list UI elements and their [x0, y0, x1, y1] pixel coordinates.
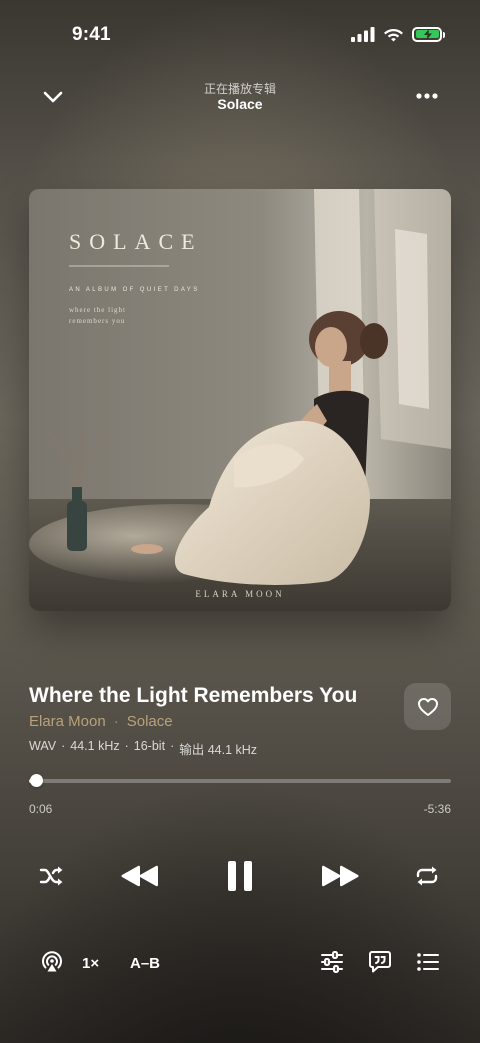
lyrics-button[interactable] [365, 947, 395, 977]
artwork-subtitle: AN ALBUM OF QUIET DAYS [69, 287, 200, 293]
track-meta: Elara Moon · Solace [29, 713, 173, 730]
cellular-signal-icon [351, 27, 375, 42]
next-track-icon [322, 865, 359, 887]
airplay-icon [42, 951, 62, 972]
artwork-tagline-2: remembers you [69, 317, 125, 325]
ab-repeat-button[interactable]: A–B [130, 950, 160, 976]
now-playing-label: 正在播放专辑 [203, 82, 276, 96]
airplay-button[interactable] [37, 947, 67, 977]
album-link[interactable]: Solace [127, 713, 173, 730]
queue-button[interactable] [413, 947, 443, 977]
playback-speed-button[interactable]: 1× [82, 950, 99, 976]
format-output: 输出 44.1 kHz [179, 743, 258, 757]
progress-knob[interactable] [29, 774, 43, 787]
format-sample-rate: 44.1 kHz [70, 739, 120, 753]
format-separator: · [61, 739, 66, 753]
pause-icon [228, 861, 252, 891]
like-button[interactable] [404, 683, 451, 730]
format-separator: · [124, 739, 129, 753]
more-options-button[interactable] [412, 84, 442, 108]
pause-button[interactable] [214, 850, 266, 902]
previous-track-icon [121, 865, 158, 887]
equalizer-button[interactable] [317, 947, 347, 977]
battery-icon [412, 26, 445, 42]
artwork-artist: ELARA MOON [195, 589, 284, 599]
time-remaining: -5:36 [423, 802, 451, 816]
format-separator: · [170, 739, 175, 753]
heart-icon [417, 697, 438, 716]
queue-icon [417, 953, 439, 971]
format-bit-depth: 16-bit [133, 739, 166, 753]
track-title: Where the Light Remembers You [29, 684, 358, 707]
lyrics-icon [369, 951, 391, 973]
artist-link[interactable]: Elara Moon [29, 713, 106, 730]
next-button[interactable] [314, 856, 366, 896]
time-elapsed: 0:06 [29, 802, 53, 816]
shuffle-icon [39, 866, 63, 886]
format-codec: WAV [29, 739, 57, 753]
album-name-header: Solace [217, 96, 263, 112]
progress-slider[interactable] [29, 774, 451, 787]
meta-separator: · [113, 713, 119, 730]
equalizer-icon [321, 951, 343, 973]
status-icons [351, 26, 445, 42]
repeat-icon [416, 866, 438, 886]
wifi-icon [384, 29, 403, 42]
more-horizontal-icon [416, 93, 438, 99]
shuffle-button[interactable] [36, 860, 68, 892]
status-time: 9:41 [72, 24, 111, 45]
repeat-button[interactable] [411, 860, 443, 892]
artwork-title: SOLACE [69, 229, 203, 254]
audio-format-info: WAV · 44.1 kHz · 16-bit · 输出 44.1 kHz [29, 739, 257, 758]
artwork-tagline-1: where the light [69, 306, 126, 314]
album-artwork[interactable]: SOLACE AN ALBUM OF QUIET DAYS where the … [29, 189, 451, 611]
previous-button[interactable] [114, 856, 166, 896]
